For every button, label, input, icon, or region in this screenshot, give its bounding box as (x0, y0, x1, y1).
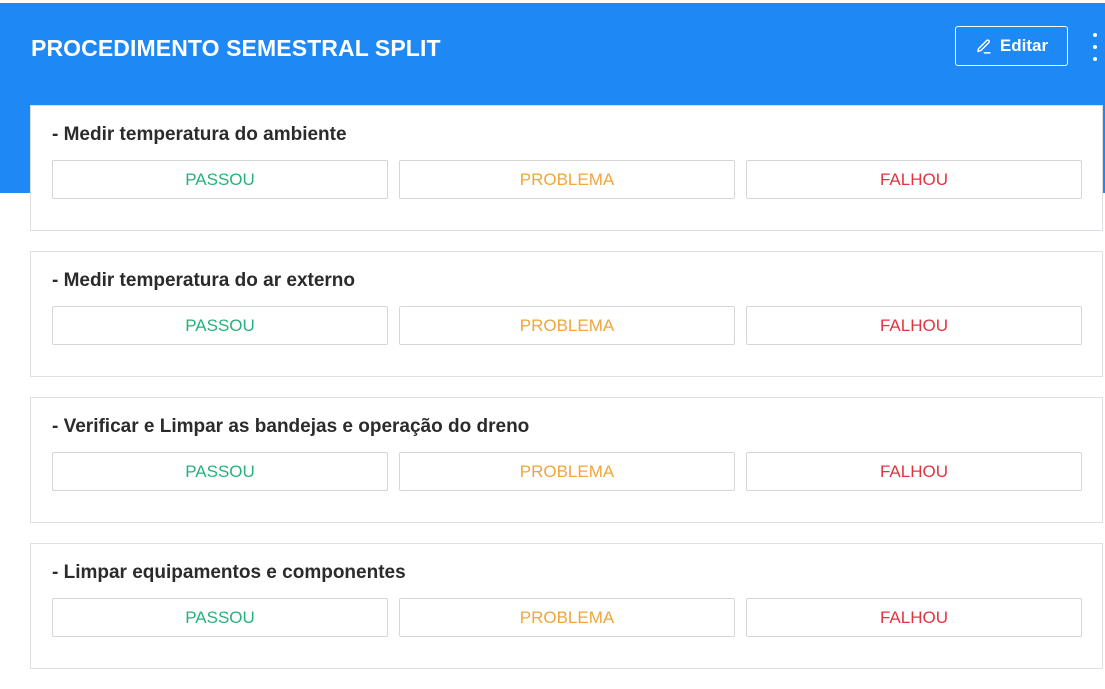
fail-button[interactable]: FALHOU (746, 306, 1082, 345)
pass-button[interactable]: PASSOU (52, 160, 388, 199)
pass-button[interactable]: PASSOU (52, 452, 388, 491)
fail-button[interactable]: FALHOU (746, 160, 1082, 199)
checklist-item-label: - Verificar e Limpar as bandejas e opera… (52, 416, 530, 437)
checklist-item-label: - Medir temperatura do ambiente (52, 124, 347, 145)
problem-button[interactable]: PROBLEMA (399, 598, 735, 637)
checklist-item: - Medir temperatura do ar externo PASSOU… (30, 251, 1103, 377)
more-options-button[interactable] (1086, 31, 1104, 63)
option-group: PASSOU PROBLEMA FALHOU (52, 160, 1082, 199)
checklist-item: - Medir temperatura do ambiente PASSOU P… (30, 105, 1103, 231)
option-group: PASSOU PROBLEMA FALHOU (52, 598, 1082, 637)
option-group: PASSOU PROBLEMA FALHOU (52, 306, 1082, 345)
pass-button[interactable]: PASSOU (52, 598, 388, 637)
pass-button[interactable]: PASSOU (52, 306, 388, 345)
more-vertical-icon (1093, 33, 1097, 37)
checklist-item-label: - Limpar equipamentos e componentes (52, 562, 406, 583)
option-group: PASSOU PROBLEMA FALHOU (52, 452, 1082, 491)
checklist-item: - Verificar e Limpar as bandejas e opera… (30, 397, 1103, 523)
fail-button[interactable]: FALHOU (746, 598, 1082, 637)
checklist-item: - Limpar equipamentos e componentes PASS… (30, 543, 1103, 669)
pencil-icon (977, 38, 991, 54)
edit-button[interactable]: Editar (955, 26, 1068, 66)
page-title: PROCEDIMENTO SEMESTRAL SPLIT (31, 35, 441, 61)
fail-button[interactable]: FALHOU (746, 452, 1082, 491)
checklist-item-label: - Medir temperatura do ar externo (52, 270, 356, 291)
problem-button[interactable]: PROBLEMA (399, 452, 735, 491)
problem-button[interactable]: PROBLEMA (399, 306, 735, 345)
problem-button[interactable]: PROBLEMA (399, 160, 735, 199)
edit-button-label: Editar (999, 36, 1049, 55)
checklist: - Medir temperatura do ambiente PASSOU P… (30, 105, 1103, 689)
